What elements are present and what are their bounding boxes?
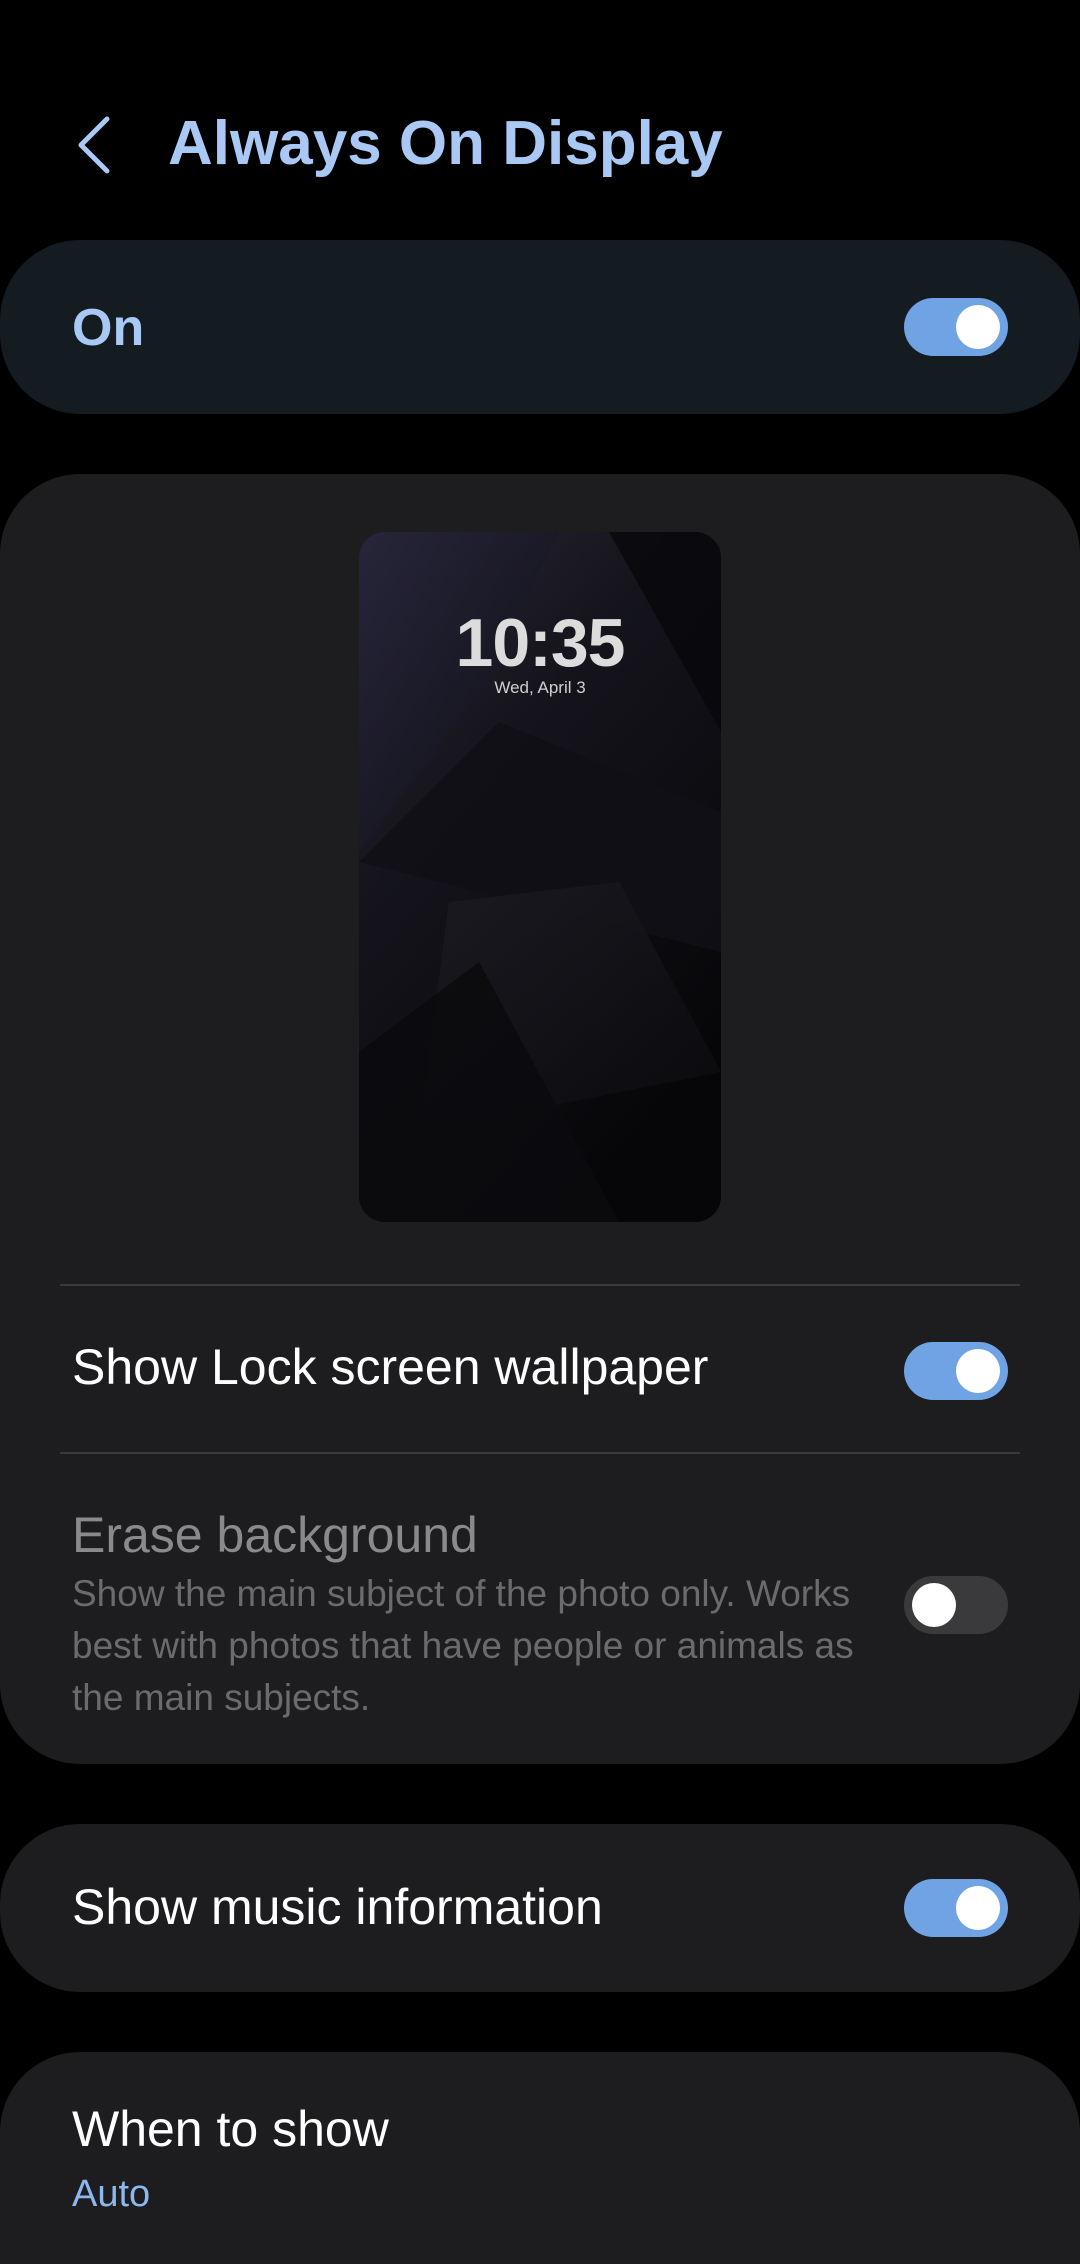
master-switch-row[interactable]: On: [0, 240, 1080, 414]
toggle-knob: [956, 1349, 1000, 1393]
when-to-show-row[interactable]: When to show Auto: [0, 2052, 1080, 2264]
erase-background-description: Show the main subject of the photo only.…: [72, 1573, 854, 1718]
preview-date: Wed, April 3: [494, 678, 586, 697]
toggle-knob: [912, 1583, 956, 1627]
aod-preview[interactable]: 10:35 Wed, April 3: [359, 532, 721, 1222]
toggle-knob: [956, 305, 1000, 349]
when-to-show-value: Auto: [72, 2173, 151, 2215]
lock-wallpaper-row[interactable]: Show Lock screen wallpaper: [0, 1286, 1080, 1454]
when-to-show-label: When to show: [72, 2101, 389, 2157]
music-info-label: Show music information: [72, 1879, 603, 1935]
master-switch-label: On: [72, 299, 145, 357]
back-button[interactable]: [60, 105, 130, 185]
app-header: Always On Display: [0, 0, 1080, 240]
lock-wallpaper-label: Show Lock screen wallpaper: [72, 1339, 709, 1395]
master-toggle[interactable]: [904, 298, 1008, 356]
toggle-knob: [956, 1886, 1000, 1930]
preview-clock: 10:35: [455, 605, 626, 681]
page-title: Always On Display: [168, 109, 723, 178]
lock-wallpaper-toggle[interactable]: [904, 1342, 1008, 1400]
chevron-left-icon: [78, 116, 110, 174]
music-info-row[interactable]: Show music information: [0, 1824, 1080, 1992]
erase-background-row[interactable]: Erase background Show the main subject o…: [0, 1454, 1080, 1744]
erase-background-toggle[interactable]: [904, 1576, 1008, 1634]
erase-background-label: Erase background: [72, 1507, 478, 1563]
wallpaper-settings-card: 10:35 Wed, April 3 Show Lock screen wall…: [0, 474, 1080, 1764]
music-info-toggle[interactable]: [904, 1879, 1008, 1937]
